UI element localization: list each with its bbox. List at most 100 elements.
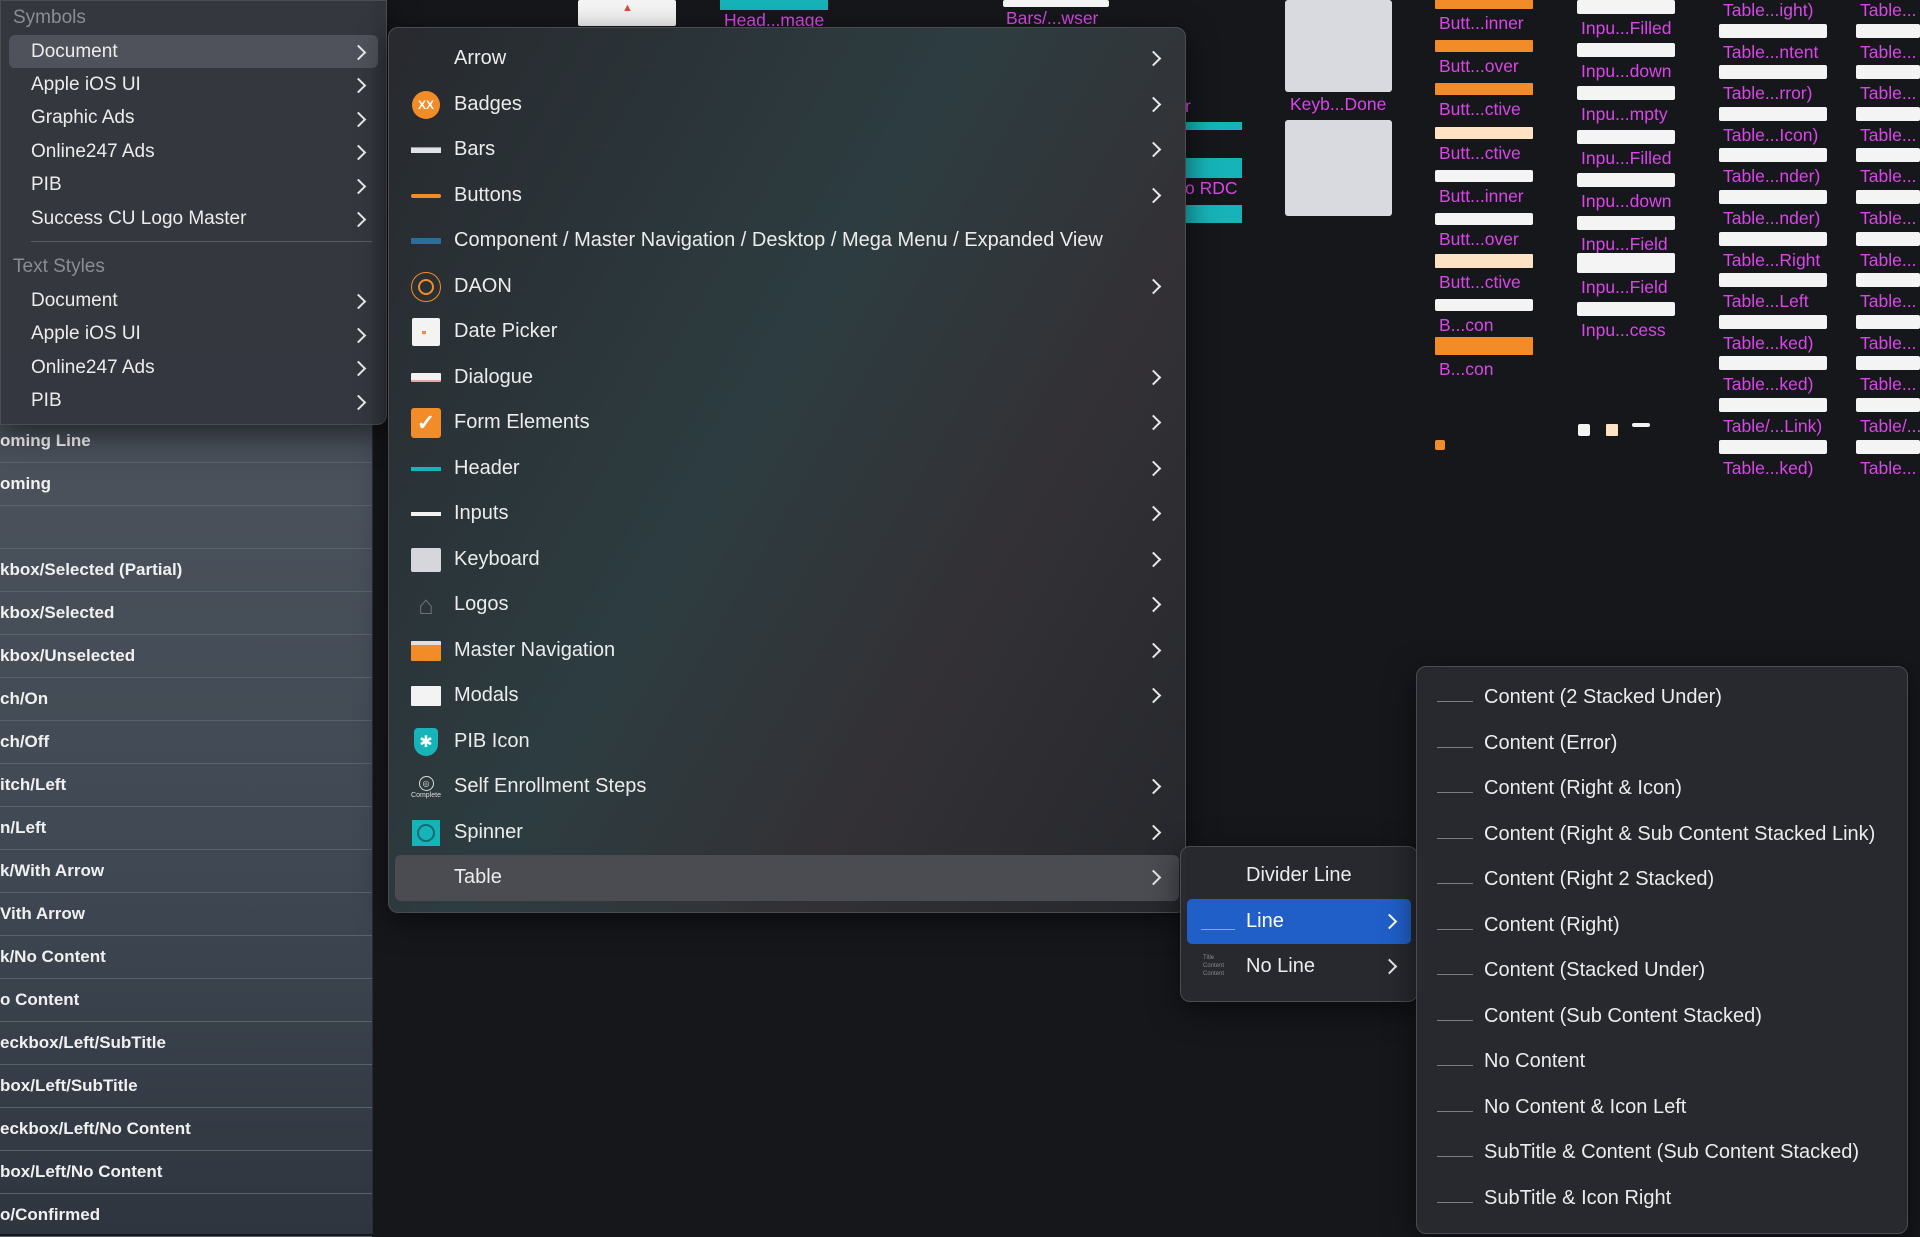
text-style-library-item[interactable]: Document	[1, 284, 386, 317]
artboard-label[interactable]: Table...	[1860, 374, 1916, 395]
artboard-thumbnail[interactable]	[1435, 83, 1533, 96]
artboard-thumbnail[interactable]	[1856, 106, 1920, 121]
table-line-symbol-item[interactable]: No Content	[1417, 1039, 1907, 1085]
artboard-thumbnail[interactable]	[1577, 86, 1675, 101]
artboard-label[interactable]: Butt...ctive	[1439, 99, 1521, 120]
artboard-label[interactable]: Table...	[1860, 42, 1916, 63]
artboard-label[interactable]: Table...ntent	[1723, 42, 1818, 63]
symbol-category-item[interactable]: Inputs	[389, 491, 1185, 537]
table-line-symbol-item[interactable]: Content (Error)	[1417, 721, 1907, 767]
layer-row[interactable]: n/Left	[0, 807, 372, 850]
artboard-thumbnail[interactable]	[1719, 106, 1827, 121]
artboard-label[interactable]: Table...	[1860, 208, 1916, 229]
layer-row[interactable]: o Content	[0, 979, 372, 1022]
artboard-thumbnail[interactable]	[1285, 0, 1392, 92]
artboard-thumbnail[interactable]	[1719, 23, 1827, 38]
layer-row[interactable]: eckbox/Left/No Content	[0, 1108, 372, 1151]
symbol-category-item[interactable]: Component / Master Navigation / Desktop …	[389, 218, 1185, 264]
artboard-label[interactable]: Table...nder)	[1723, 166, 1820, 187]
artboard-label[interactable]: Table/...Link)	[1723, 416, 1822, 437]
symbol-category-item[interactable]: Dialogue	[389, 355, 1185, 401]
artboard-thumbnail[interactable]	[1606, 424, 1618, 436]
layer-row[interactable]: kbox/Selected (Partial)	[0, 549, 372, 592]
layer-row[interactable]: itch/Left	[0, 764, 372, 807]
artboard-label[interactable]: Table/...	[1860, 416, 1920, 437]
artboard-label[interactable]: Table...	[1860, 458, 1916, 479]
artboard-thumbnail[interactable]	[1435, 169, 1533, 182]
artboard-label[interactable]: Butt...inner	[1439, 13, 1524, 34]
symbol-category-item[interactable]: Modals	[389, 673, 1185, 719]
artboard-thumbnail[interactable]	[1719, 65, 1827, 80]
symbol-category-item[interactable]: Date Picker	[389, 309, 1185, 355]
artboard-thumbnail[interactable]	[1856, 231, 1920, 246]
artboard-thumbnail[interactable]	[1577, 172, 1675, 187]
symbol-category-item[interactable]: Bars	[389, 127, 1185, 173]
artboard-label[interactable]: Inpu...Field	[1581, 234, 1668, 255]
artboard-label[interactable]: Table...	[1860, 125, 1916, 146]
symbol-category-item[interactable]: Buttons	[389, 173, 1185, 219]
artboard-label[interactable]: Inpu...cess	[1581, 320, 1666, 341]
layer-row[interactable]: oming	[0, 463, 372, 506]
symbol-library-item[interactable]: Apple iOS UI	[1, 68, 386, 101]
table-style-item[interactable]: Line	[1187, 898, 1411, 944]
artboard-label[interactable]: Table...nder)	[1723, 208, 1820, 229]
artboard-thumbnail[interactable]	[1856, 273, 1920, 288]
layer-row[interactable]: kbox/Unselected	[0, 635, 372, 678]
table-line-symbol-item[interactable]: Content (Sub Content Stacked)	[1417, 994, 1907, 1040]
artboard-thumbnail[interactable]	[1856, 314, 1920, 329]
artboard-label[interactable]: Butt...inner	[1439, 186, 1524, 207]
symbol-category-item[interactable]: Keyboard	[389, 537, 1185, 583]
table-line-symbol-item[interactable]: Content (Right & Sub Content Stacked Lin…	[1417, 812, 1907, 858]
artboard-thumbnail[interactable]	[1285, 120, 1392, 216]
table-style-item[interactable]: Title Content Content No Line	[1181, 944, 1417, 990]
artboard-thumbnail[interactable]	[1719, 148, 1827, 163]
artboard-thumbnail[interactable]	[1577, 302, 1675, 317]
artboard-thumbnail[interactable]	[1185, 122, 1242, 130]
text-style-library-item[interactable]: Online247 Ads	[1, 351, 386, 384]
artboard-thumbnail[interactable]	[1632, 423, 1650, 427]
artboard-thumbnail[interactable]	[1185, 205, 1242, 223]
artboard-thumbnail[interactable]	[1719, 231, 1827, 246]
artboard-thumbnail[interactable]	[1719, 314, 1827, 329]
artboard-thumbnail[interactable]	[1435, 336, 1533, 355]
layer-row[interactable]: Vith Arrow	[0, 893, 372, 936]
artboard-label[interactable]: Table...Icon)	[1723, 125, 1818, 146]
artboard-thumbnail[interactable]	[1856, 190, 1920, 204]
artboard-label[interactable]: Table...ked)	[1723, 333, 1813, 354]
table-line-symbol-item[interactable]: Content (2 Stacked Under)	[1417, 675, 1907, 721]
artboard-thumbnail[interactable]	[1435, 40, 1533, 53]
artboard-label[interactable]: Keyb...Done	[1290, 94, 1386, 115]
symbol-category-item[interactable]: XX Badges	[389, 82, 1185, 128]
artboard-thumbnail[interactable]	[1577, 253, 1675, 274]
symbol-category-item[interactable]: Spinner	[389, 810, 1185, 856]
artboard-label[interactable]: Table...	[1860, 333, 1916, 354]
artboard-label[interactable]: B...con	[1439, 359, 1493, 380]
artboard-label[interactable]: Table...	[1860, 250, 1916, 271]
symbol-category-item[interactable]: Table	[395, 855, 1179, 901]
artboard-label[interactable]: Table...rror)	[1723, 83, 1812, 104]
artboard-label[interactable]: Inpu...down	[1581, 191, 1671, 212]
artboard-label[interactable]: Table...ked)	[1723, 458, 1813, 479]
layer-row[interactable]: k/With Arrow	[0, 850, 372, 893]
symbol-category-item[interactable]: Master Navigation	[389, 628, 1185, 674]
table-line-symbol-item[interactable]: Content (Right & Icon)	[1417, 766, 1907, 812]
artboard-thumbnail[interactable]	[1435, 126, 1533, 139]
artboard-thumbnail[interactable]	[1856, 148, 1920, 163]
artboard-thumbnail[interactable]	[1719, 190, 1827, 204]
table-line-symbol-item[interactable]: SubTitle & Icon Right	[1417, 1176, 1907, 1222]
symbol-category-item[interactable]: ◎ Complete Self Enrollment Steps	[389, 764, 1185, 810]
symbol-category-item[interactable]: DAON	[389, 264, 1185, 310]
artboard-thumbnail[interactable]	[1435, 213, 1533, 225]
artboard-label[interactable]: Table...	[1860, 291, 1916, 312]
artboard-thumbnail[interactable]	[1435, 299, 1533, 312]
artboard-thumbnail[interactable]	[720, 0, 828, 10]
artboard-thumbnail[interactable]	[1719, 439, 1827, 454]
artboard-label[interactable]: Table...Right	[1723, 250, 1820, 271]
layer-row[interactable]: ch/On	[0, 678, 372, 721]
symbol-library-item[interactable]: Success CU Logo Master	[1, 202, 386, 235]
artboard-thumbnail[interactable]	[1719, 273, 1827, 288]
artboard-label[interactable]: Inpu...Filled	[1581, 18, 1671, 39]
artboard-label[interactable]: B...con	[1439, 315, 1493, 336]
artboard-thumbnail[interactable]: ▲	[578, 0, 676, 26]
artboard-label[interactable]: Table...	[1860, 83, 1916, 104]
